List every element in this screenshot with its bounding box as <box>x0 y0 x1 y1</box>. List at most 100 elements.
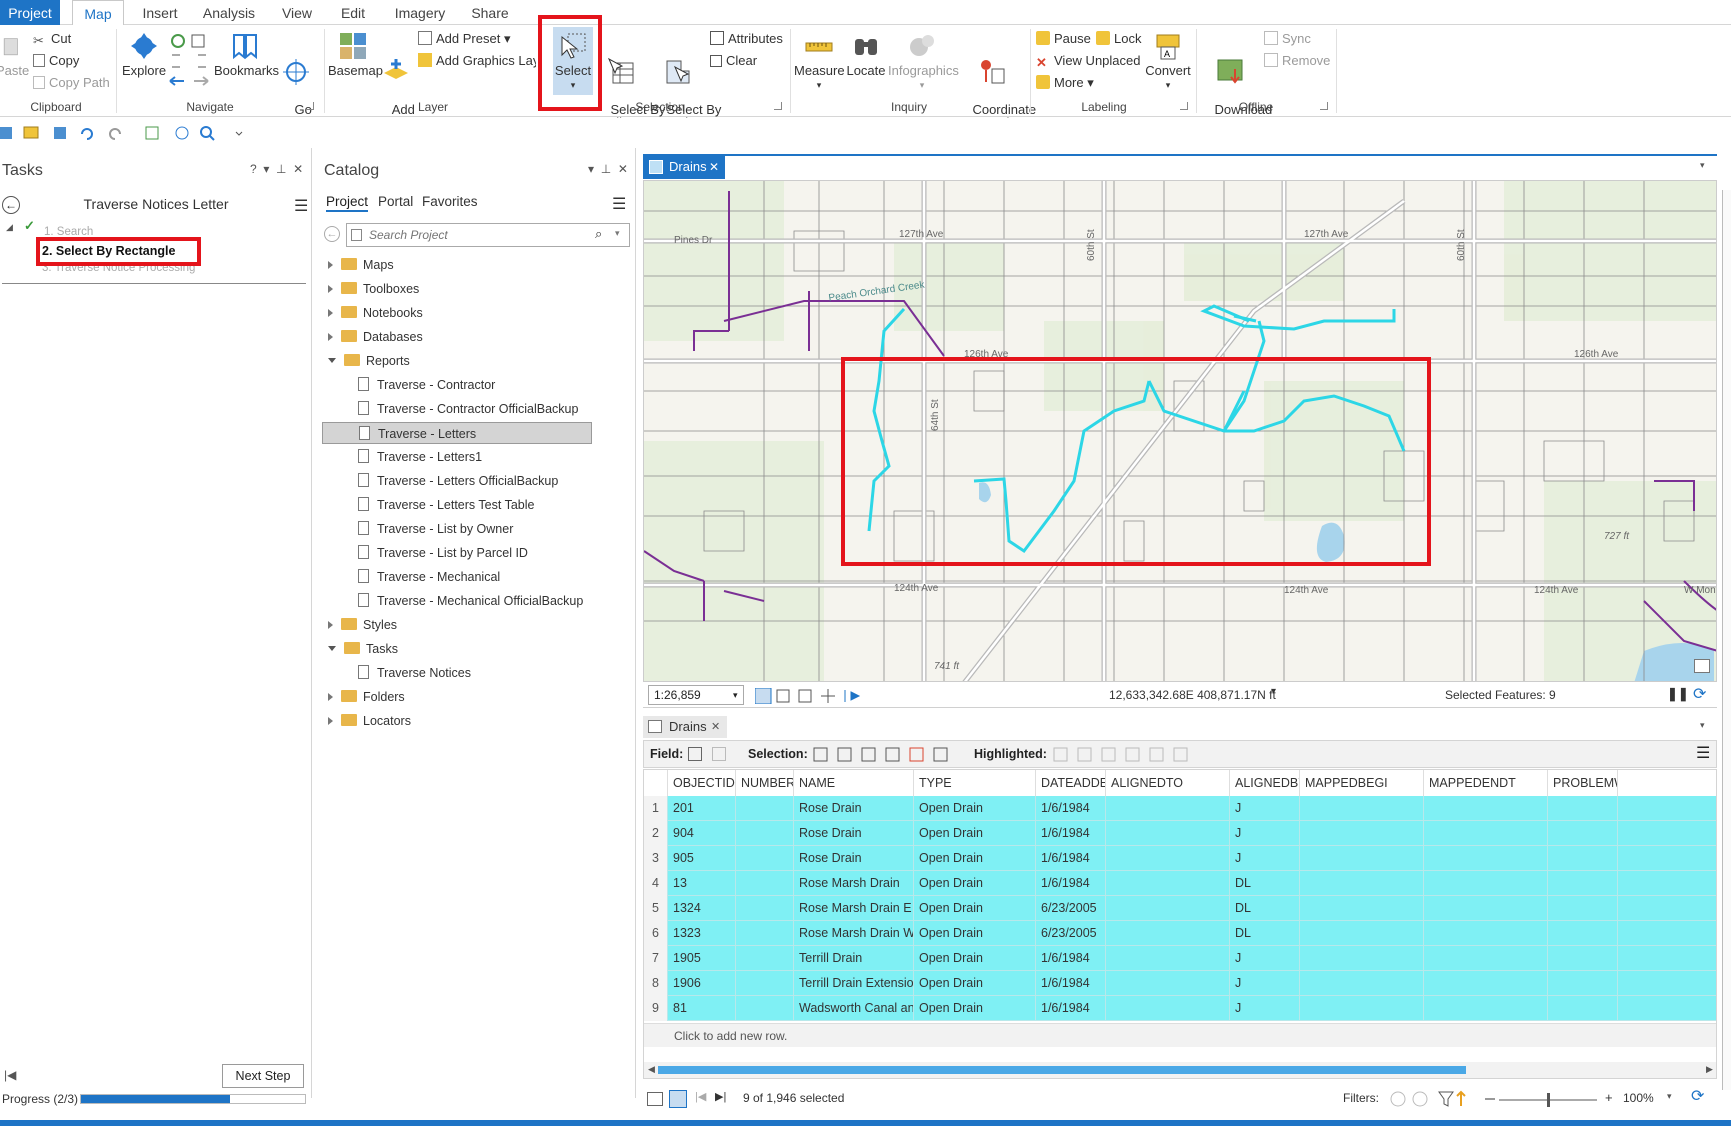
table-cell[interactable] <box>736 921 794 946</box>
table-cell[interactable]: J <box>1230 946 1300 971</box>
table-cell[interactable] <box>736 996 794 1021</box>
scroll-left-icon[interactable]: ◀ <box>648 1064 655 1075</box>
table-cell[interactable]: J <box>1230 796 1300 821</box>
scale-dropdown-icon[interactable]: ▾ <box>733 686 738 704</box>
step-2-current[interactable]: 2. Select By Rectangle <box>42 244 175 258</box>
row-number-cell[interactable]: 7 <box>644 946 668 971</box>
table-cell[interactable]: 1324 <box>668 896 736 921</box>
catalog-item[interactable]: Styles <box>322 614 592 636</box>
table-cell[interactable]: Rose Drain <box>794 821 914 846</box>
catalog-tab-favorites[interactable]: Favorites <box>422 194 478 209</box>
show-all-records-icon[interactable] <box>647 1092 663 1106</box>
tab-project[interactable]: Project <box>0 0 60 25</box>
table-cell[interactable]: 1/6/1984 <box>1036 796 1106 821</box>
table-cell[interactable] <box>1424 846 1548 871</box>
map-view-tab[interactable]: Drains ✕ <box>643 155 725 179</box>
catalog-item[interactable]: Traverse - Letters <box>322 422 592 444</box>
catalog-item[interactable]: Traverse - List by Parcel ID <box>322 542 592 564</box>
table-cell[interactable]: 905 <box>668 846 736 871</box>
selected-features-count[interactable]: Selected Features: 9 <box>1445 688 1556 702</box>
table-cell[interactable] <box>1106 971 1230 996</box>
table-cell[interactable]: 1/6/1984 <box>1036 821 1106 846</box>
tab-share[interactable]: Share <box>466 0 514 25</box>
table-row[interactable]: 3 905 Rose Drain Open Drain 1/6/1984 J <box>644 846 1716 871</box>
selection-tools-icons[interactable] <box>812 747 952 763</box>
table-cell[interactable] <box>1424 921 1548 946</box>
table-cell[interactable]: 1/6/1984 <box>1036 871 1106 896</box>
catalog-tab-portal[interactable]: Portal <box>378 194 413 209</box>
column-header[interactable]: NAME <box>794 770 914 796</box>
table-cell[interactable]: Rose Marsh Drain <box>794 871 914 896</box>
catalog-item[interactable]: Traverse - Letters1 <box>322 446 592 468</box>
table-cell[interactable]: DL <box>1230 871 1300 896</box>
quick-access-icons[interactable] <box>0 124 250 142</box>
table-cell[interactable] <box>1548 846 1618 871</box>
table-cell[interactable] <box>1106 846 1230 871</box>
map-scale-selector[interactable]: 1:26,859 ▾ <box>648 685 744 705</box>
column-header[interactable]: MAPPEDBEGI <box>1300 770 1424 796</box>
table-cell[interactable] <box>1548 996 1618 1021</box>
table-row[interactable]: 9 81 Wadsworth Canal an... Open Drain 1/6/19… <box>644 996 1716 1021</box>
table-row[interactable]: 8 1906 Terrill Drain Extension Open Drain 1/… <box>644 971 1716 996</box>
navigate-launcher-icon[interactable] <box>306 102 314 110</box>
expand-arrow-icon[interactable] <box>328 717 333 725</box>
tab-imagery[interactable]: Imagery <box>388 0 452 25</box>
coordinates-dropdown-icon[interactable]: ▾ <box>1271 686 1276 697</box>
catalog-item[interactable]: Traverse - Letters OfficialBackup <box>322 470 592 492</box>
table-cell[interactable] <box>1300 871 1424 896</box>
table-cell[interactable]: Terrill Drain <box>794 946 914 971</box>
table-cell[interactable]: Open Drain <box>914 946 1036 971</box>
tab-edit[interactable]: Edit <box>334 0 372 25</box>
last-record-icon[interactable]: ▶| <box>715 1090 726 1103</box>
catalog-item[interactable]: Traverse - Mechanical <box>322 566 592 588</box>
table-cell[interactable] <box>1106 946 1230 971</box>
tab-insert[interactable]: Insert <box>132 0 188 25</box>
catalog-tab-project[interactable]: Project <box>326 194 369 212</box>
table-row[interactable]: 1 201 Rose Drain Open Drain 1/6/1984 J <box>644 796 1716 821</box>
table-cell[interactable] <box>1300 996 1424 1021</box>
table-cell[interactable]: J <box>1230 971 1300 996</box>
zoom-slider-thumb[interactable] <box>1547 1093 1550 1107</box>
map-overview-icon[interactable] <box>1694 659 1710 673</box>
catalog-item[interactable]: Traverse - Mechanical OfficialBackup <box>322 590 592 612</box>
table-cell[interactable]: 6/23/2005 <box>1036 896 1106 921</box>
table-cell[interactable] <box>736 871 794 896</box>
table-cell[interactable]: 1/6/1984 <box>1036 946 1106 971</box>
table-cell[interactable] <box>1106 821 1230 846</box>
add-row-bar[interactable]: Click to add new row. <box>644 1023 1716 1047</box>
tasks-pane-controls[interactable]: ? ▾ ⊥ ✕ <box>250 162 303 176</box>
table-cell[interactable]: Open Drain <box>914 971 1036 996</box>
table-cell[interactable] <box>1300 896 1424 921</box>
table-cell[interactable]: Open Drain <box>914 921 1036 946</box>
tab-map[interactable]: Map <box>72 0 124 26</box>
table-cell[interactable] <box>1106 996 1230 1021</box>
pause-labeling-button[interactable]: Pause <box>1036 29 1091 49</box>
sync-button[interactable]: Sync <box>1264 29 1311 49</box>
table-row[interactable]: 61323 Rose Marsh Drain W BrOpen Drain6/23… <box>644 921 1716 946</box>
lock-labeling-button[interactable]: Lock <box>1096 29 1141 49</box>
show-selected-records-icon[interactable] <box>669 1090 687 1108</box>
column-header[interactable]: MAPPEDENDT <box>1424 770 1548 796</box>
table-cell[interactable]: Rose Drain <box>794 846 914 871</box>
table-cell[interactable] <box>1424 896 1548 921</box>
calculate-field-icon[interactable] <box>712 747 726 761</box>
table-cell[interactable] <box>1300 971 1424 996</box>
clear-selection-button[interactable]: Clear <box>710 51 757 71</box>
expand-arrow-icon[interactable] <box>328 261 333 269</box>
convert-button[interactable]: A Convert ▾ <box>1144 31 1192 92</box>
table-views-dropdown-icon[interactable]: ▾ <box>1700 720 1705 731</box>
catalog-item[interactable]: Notebooks <box>322 302 592 324</box>
catalog-item[interactable]: Reports <box>322 350 592 372</box>
table-cell[interactable] <box>1548 971 1618 996</box>
expand-arrow-icon[interactable] <box>328 621 333 629</box>
column-header[interactable]: ALIGNEDTO <box>1106 770 1230 796</box>
horizontal-scrollbar[interactable]: ◀ ▶ <box>644 1062 1716 1078</box>
table-cell[interactable]: 1/6/1984 <box>1036 996 1106 1021</box>
table-cell[interactable]: Rose Drain <box>794 796 914 821</box>
close-map-tab-icon[interactable]: ✕ <box>709 155 719 179</box>
map-canvas[interactable]: Pines Dr 127th Ave 127th Ave Peach Orcha… <box>643 180 1717 682</box>
table-cell[interactable] <box>1424 871 1548 896</box>
row-number-cell[interactable]: 9 <box>644 996 668 1021</box>
select-all-corner[interactable] <box>644 770 668 796</box>
table-cell[interactable] <box>736 796 794 821</box>
